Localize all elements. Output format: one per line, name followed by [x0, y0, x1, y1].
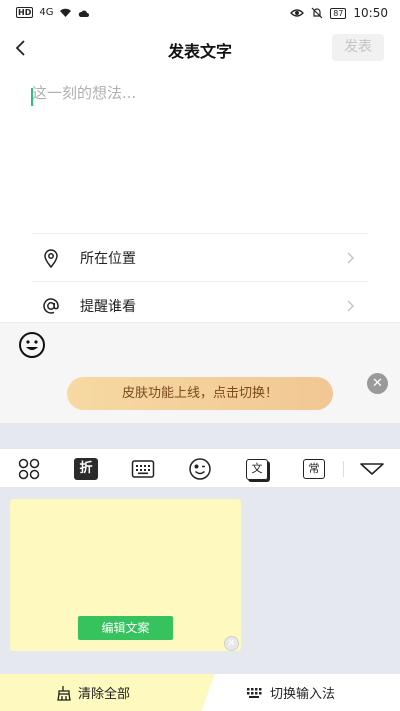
wink-emoji-icon[interactable] — [187, 456, 213, 482]
signal-indicator: 4G — [39, 7, 54, 18]
hd-badge: HD — [16, 7, 34, 18]
clear-all-button[interactable]: 清除全部 — [0, 674, 220, 711]
clock: 10:50 — [353, 6, 388, 20]
mute-bell-icon — [311, 7, 323, 19]
text-translate-icon[interactable]: 文 — [244, 456, 270, 482]
smiley-icon[interactable] — [18, 331, 46, 359]
text-cursor — [31, 88, 33, 106]
cloud-icon — [79, 10, 90, 17]
card-close-icon[interactable]: ✕ — [224, 636, 239, 651]
switch-ime-button[interactable]: 切换输入法 — [246, 674, 335, 711]
keyboard-icon[interactable] — [130, 456, 156, 482]
keyboard-toolbar: 折 文 常 — [0, 449, 400, 488]
broom-icon — [57, 685, 71, 701]
collapse-keyboard-icon[interactable] — [358, 456, 386, 482]
edit-copy-button[interactable]: 编辑文案 — [78, 616, 173, 640]
keyboard-bottom-bar: 清除全部 切换输入法 — [0, 674, 400, 711]
option-location[interactable]: 所在位置 — [32, 233, 368, 281]
eye-icon — [290, 9, 305, 17]
apps-grid-icon[interactable] — [16, 456, 42, 482]
skin-banner-area: 皮肤功能上线，点击切换！ ✕ — [0, 364, 400, 423]
battery-indicator: 87 — [330, 7, 347, 19]
status-bar: HD 4G 87 10:50 — [0, 0, 400, 28]
phrases-tool-label: 常 — [303, 459, 325, 479]
clipboard-card[interactable]: 编辑文案 — [10, 499, 241, 651]
nav-bar: 发表文字 发表 — [0, 28, 400, 68]
clipboard-tool-label: 折 — [74, 458, 98, 480]
keyboard-dots-icon — [247, 687, 262, 698]
location-pin-icon — [40, 247, 62, 269]
post-text-input[interactable] — [32, 82, 372, 222]
emoji-bar — [0, 322, 400, 364]
option-mention-label: 提醒谁看 — [80, 298, 136, 315]
chevron-right-icon — [347, 300, 354, 311]
wifi-icon — [60, 8, 72, 17]
chevron-right-icon — [347, 252, 354, 263]
toolbar-divider — [343, 461, 344, 477]
option-location-label: 所在位置 — [80, 250, 136, 267]
skin-banner[interactable]: 皮肤功能上线，点击切换！ — [67, 377, 333, 410]
at-sign-icon — [40, 295, 62, 317]
clipboard-crop-icon[interactable]: 折 — [73, 456, 99, 482]
clipboard-panel: 编辑文案 ✕ — [0, 488, 400, 674]
switch-ime-label: 切换输入法 — [270, 687, 336, 702]
clear-all-label: 清除全部 — [78, 687, 131, 702]
common-phrases-icon[interactable]: 常 — [301, 456, 327, 482]
translate-tool-label: 文 — [246, 458, 268, 480]
publish-button[interactable]: 发表 — [332, 34, 384, 61]
close-icon[interactable]: ✕ — [367, 373, 388, 394]
keyboard-top-gap — [0, 423, 400, 449]
